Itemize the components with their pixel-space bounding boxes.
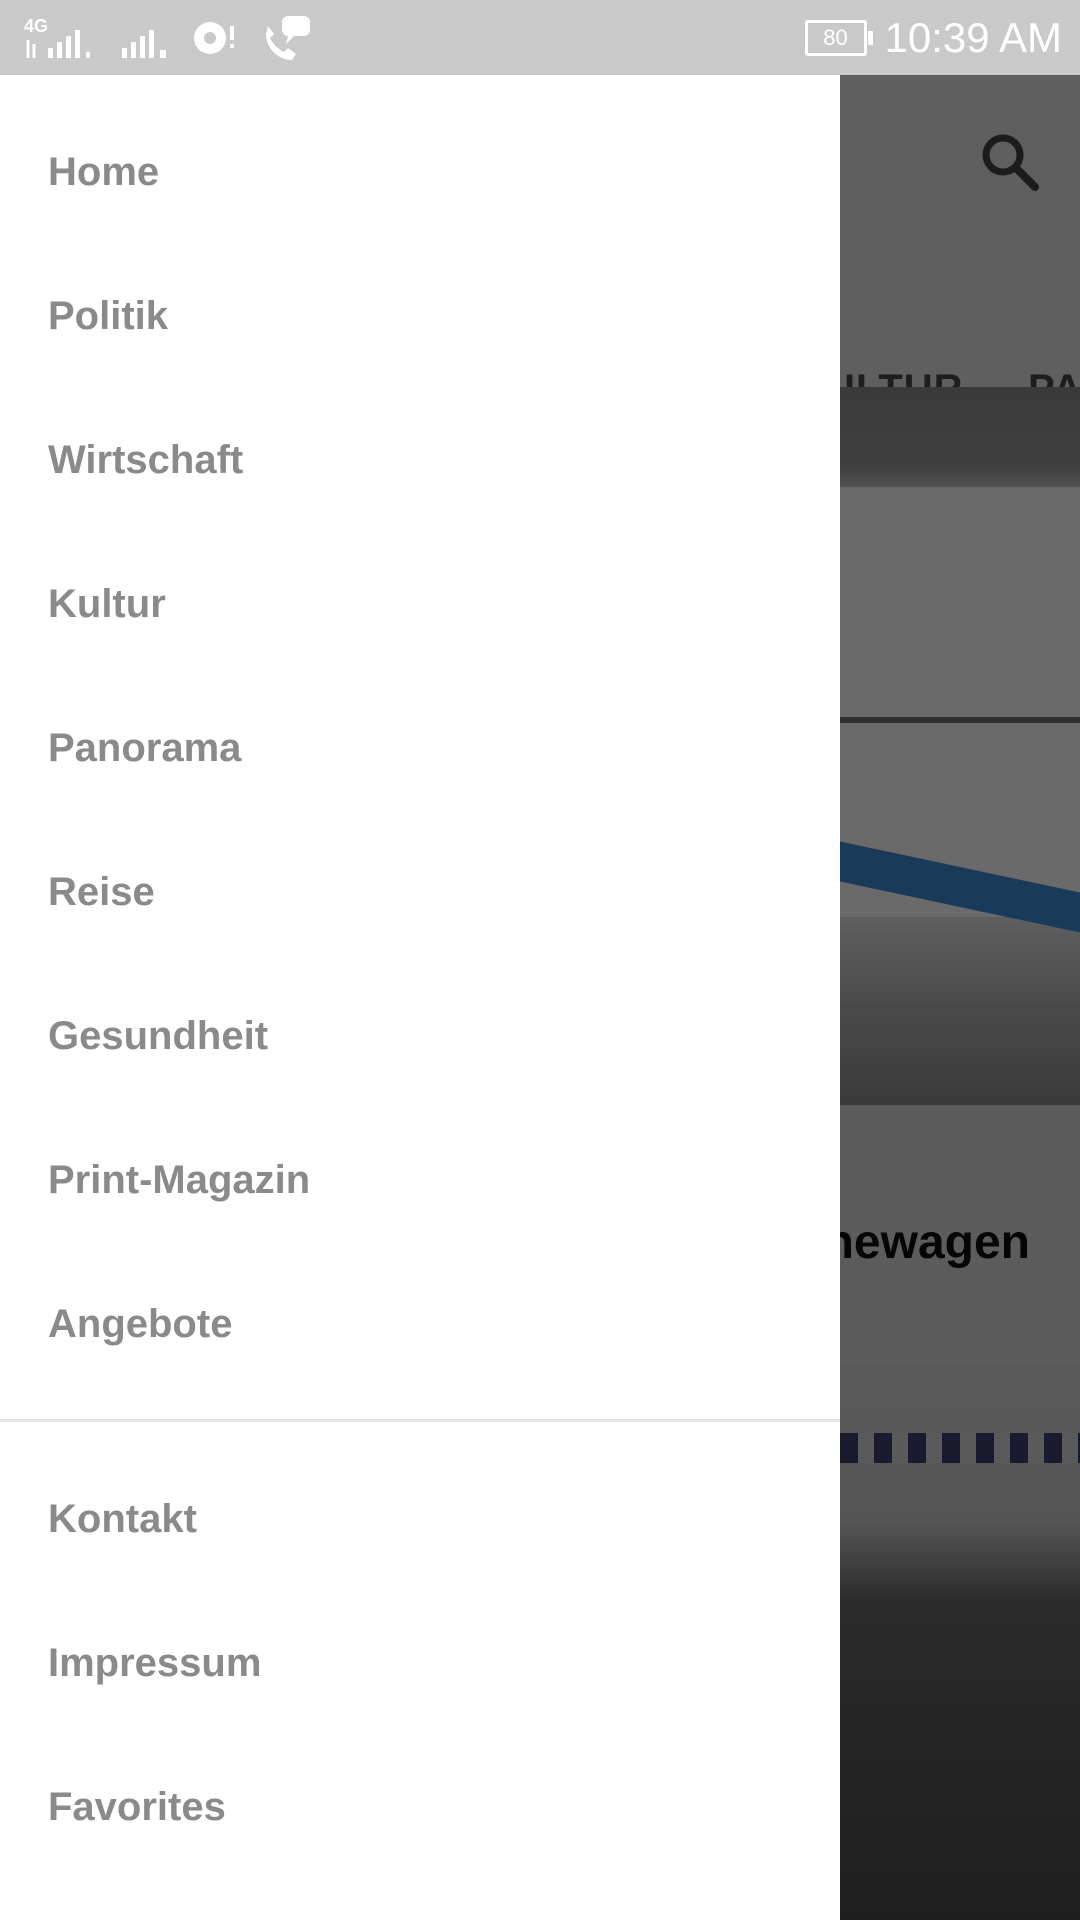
- drawer-item-print-magazin[interactable]: Print-Magazin: [48, 1158, 808, 1203]
- drawer-item-panorama[interactable]: Panorama: [48, 726, 808, 771]
- drawer-item-reise[interactable]: Reise: [48, 870, 808, 915]
- status-bar: 4G 80 10:39 AM: [0, 0, 1080, 75]
- signal-sim1-icon: 4G: [24, 16, 90, 58]
- image-tile-pattern: [840, 1433, 1080, 1463]
- article-title[interactable]: newagen: [825, 1215, 1030, 1270]
- image-pipe-shape: [840, 717, 1080, 723]
- drawer-item-kultur[interactable]: Kultur: [48, 582, 808, 627]
- drawer-item-impressum[interactable]: Impressum: [48, 1641, 808, 1686]
- drawer-item-wirtschaft[interactable]: Wirtschaft: [48, 438, 808, 483]
- signal-sim2-icon: [122, 30, 166, 58]
- battery-icon: 80: [804, 19, 873, 56]
- drawer-item-kontakt[interactable]: Kontakt: [48, 1497, 808, 1542]
- drawer-item-favorites[interactable]: Favorites: [48, 1785, 808, 1830]
- call-message-icon: [266, 16, 310, 60]
- drawer-divider: [0, 1419, 840, 1422]
- network-type-label: 4G: [24, 16, 48, 36]
- drawer-item-home[interactable]: Home: [48, 150, 808, 195]
- sync-alert-icon: [194, 22, 234, 54]
- status-icons-left: 4G: [22, 12, 312, 64]
- battery-level: 80: [823, 24, 848, 50]
- drawer-item-angebote[interactable]: Angebote: [48, 1302, 808, 1347]
- drawer-item-gesundheit[interactable]: Gesundheit: [48, 1014, 808, 1059]
- drawer-item-politik[interactable]: Politik: [48, 294, 808, 339]
- status-icons-right: 80 10:39 AM: [804, 0, 1062, 75]
- search-icon[interactable]: [975, 127, 1045, 197]
- clock: 10:39 AM: [884, 13, 1062, 61]
- navigation-drawer: Home Politik Wirtschaft Kultur Panorama …: [0, 75, 840, 1920]
